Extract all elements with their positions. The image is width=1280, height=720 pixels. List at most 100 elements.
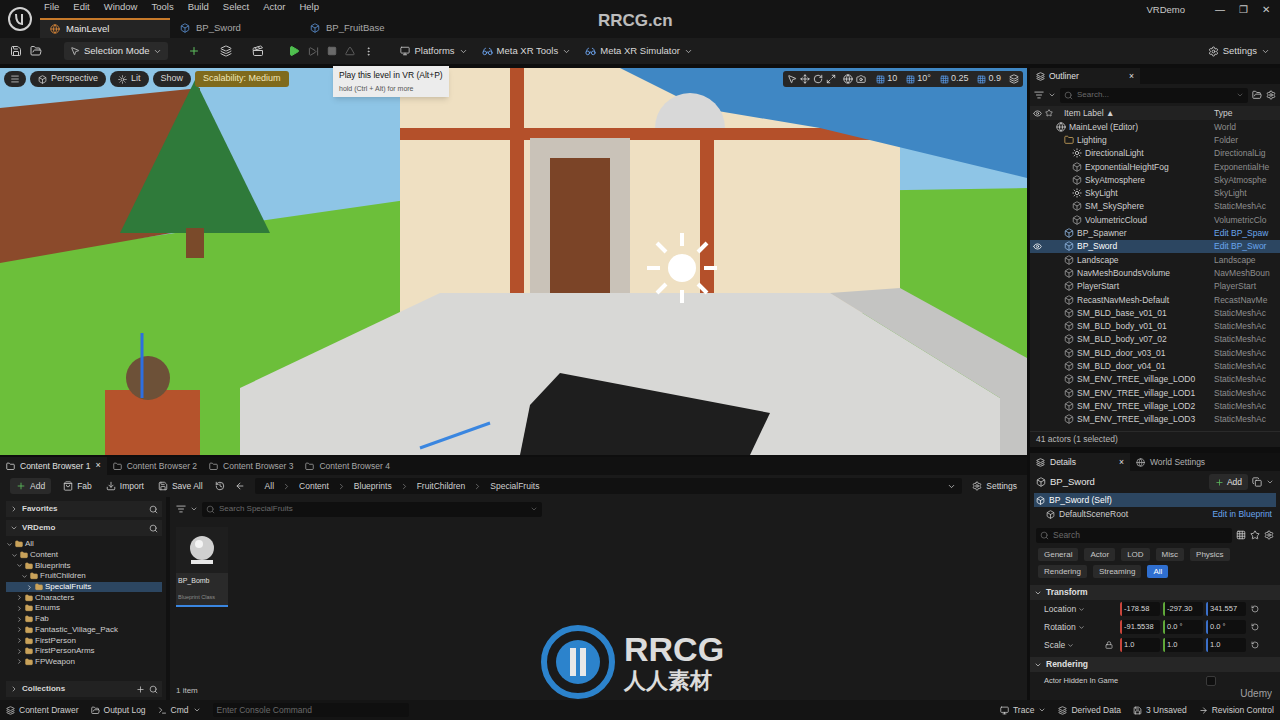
- search-icon[interactable]: [149, 505, 158, 514]
- filter-button[interactable]: Physics: [1190, 548, 1230, 561]
- add-component-button[interactable]: Add: [1209, 474, 1248, 490]
- gear-icon[interactable]: [1264, 530, 1274, 540]
- filter-icon[interactable]: [176, 504, 186, 514]
- eject-icon[interactable]: [345, 46, 355, 56]
- content-action[interactable]: Save All: [156, 478, 205, 494]
- status-button[interactable]: Output Log: [91, 704, 146, 717]
- tab-close[interactable]: ×: [1119, 456, 1124, 469]
- chevron-icon[interactable]: [1048, 91, 1056, 99]
- number-field[interactable]: 1.0: [1163, 638, 1203, 652]
- status-button[interactable]: Derived Data: [1058, 704, 1121, 717]
- actor-name[interactable]: BP_Sword: [1050, 475, 1205, 489]
- filter-button[interactable]: General: [1038, 548, 1078, 561]
- chevron-icon[interactable]: [1266, 478, 1274, 486]
- search-icon[interactable]: [149, 685, 158, 694]
- document-tab[interactable]: MainLevel: [40, 18, 170, 38]
- outliner-row[interactable]: DirectionalLightDirectionalLig: [1030, 147, 1280, 160]
- menu-item[interactable]: Actor: [263, 0, 285, 14]
- tab-close[interactable]: ×: [95, 459, 100, 473]
- outliner-row[interactable]: SM_BLD_body_v07_02StaticMeshAc: [1030, 333, 1280, 346]
- document-tab[interactable]: BP_Sword: [170, 18, 300, 38]
- outliner-row[interactable]: SM_BLD_body_v01_01StaticMeshAc: [1030, 319, 1280, 332]
- outliner-row[interactable]: SM_ENV_TREE_village_LOD0StaticMeshAc: [1030, 373, 1280, 386]
- outliner-row[interactable]: SkyAtmosphereSkyAtmosphe: [1030, 173, 1280, 186]
- snap-value[interactable]: 10: [873, 72, 900, 86]
- property-matrix-icon[interactable]: [1236, 530, 1246, 540]
- breadcrumb-item[interactable]: SpecialFruits: [486, 480, 543, 493]
- window-control[interactable]: —: [1215, 2, 1225, 17]
- outliner-row[interactable]: PlayerStartPlayerStart: [1030, 280, 1280, 293]
- select-tool-icon[interactable]: [787, 74, 797, 84]
- reset-icon[interactable]: [1251, 641, 1259, 649]
- breadcrumb-item[interactable]: Content: [295, 480, 333, 493]
- menu-item[interactable]: File: [44, 0, 59, 14]
- chevron-icon[interactable]: [947, 482, 956, 491]
- outliner-row[interactable]: BP_SpawnerEdit BP_Spaw: [1030, 226, 1280, 239]
- menu-item[interactable]: Build: [188, 0, 209, 14]
- outliner-row[interactable]: SM_ENV_TREE_village_LOD3StaticMeshAc: [1030, 413, 1280, 426]
- breadcrumb-item[interactable]: All: [261, 480, 278, 493]
- filter-icon[interactable]: [1034, 90, 1044, 100]
- content-action[interactable]: Import: [104, 478, 146, 494]
- step-icon[interactable]: [308, 46, 319, 57]
- tab-close[interactable]: ×: [1129, 70, 1134, 83]
- folder-item[interactable]: All: [6, 539, 162, 550]
- blueprint-options-icon[interactable]: [1252, 477, 1262, 487]
- content-browser-tab[interactable]: Content Browser 2: [107, 457, 203, 475]
- section-header[interactable]: Rendering: [1030, 657, 1280, 672]
- outliner-row[interactable]: NavMeshBoundsVolumeNavMeshBoun: [1030, 266, 1280, 279]
- folder-item[interactable]: FruitChildren: [6, 571, 162, 582]
- menu-item[interactable]: Edit: [73, 0, 89, 14]
- details-tab[interactable]: World Settings: [1130, 453, 1211, 471]
- viewport[interactable]: PerspectiveLitShowScalability: Medium101…: [0, 68, 1027, 455]
- toolbar-menu[interactable]: Meta XR Tools: [482, 44, 572, 58]
- lock-icon[interactable]: [1105, 641, 1113, 649]
- outliner-row[interactable]: SM_ENV_TREE_village_LOD1StaticMeshAc: [1030, 386, 1280, 399]
- checkbox[interactable]: [1206, 676, 1216, 686]
- document-tab[interactable]: BP_FruitBase: [300, 18, 430, 38]
- filter-button[interactable]: Streaming: [1093, 565, 1141, 578]
- chevron-icon[interactable]: [190, 505, 198, 513]
- outliner-row[interactable]: MainLevel (Editor)World: [1030, 120, 1280, 133]
- folder-item[interactable]: Blueprints: [6, 560, 162, 571]
- outliner-row[interactable]: SM_BLD_door_v04_01StaticMeshAc: [1030, 359, 1280, 372]
- outliner-row[interactable]: SM_ENV_TREE_village_LOD2StaticMeshAc: [1030, 399, 1280, 412]
- breadcrumb-item[interactable]: FruitChildren: [413, 480, 470, 493]
- number-field[interactable]: 1.0: [1120, 638, 1160, 652]
- filter-button[interactable]: All: [1147, 565, 1168, 578]
- outliner-row[interactable]: LightingFolder: [1030, 133, 1280, 146]
- content-browser-tab[interactable]: Content Browser 1×: [0, 457, 107, 475]
- status-button[interactable]: Content Drawer: [6, 704, 79, 717]
- menu-item[interactable]: Select: [223, 0, 249, 14]
- menu-item[interactable]: Help: [299, 0, 319, 14]
- details-tab[interactable]: Details×: [1030, 453, 1130, 471]
- status-button[interactable]: Cmd: [158, 704, 201, 717]
- menu-item[interactable]: Window: [104, 0, 138, 14]
- layout-icon[interactable]: [1009, 74, 1019, 84]
- column-header[interactable]: Type: [1214, 107, 1280, 120]
- snap-value[interactable]: 10°: [903, 72, 934, 86]
- asset-tile[interactable]: BP_BombBlueprint Class: [176, 527, 228, 607]
- folder-item[interactable]: FPWeapon: [6, 657, 162, 668]
- reset-icon[interactable]: [1251, 605, 1259, 613]
- folder-item[interactable]: SpecialFruits: [6, 582, 162, 593]
- folder-item[interactable]: Fab: [6, 614, 162, 625]
- history-icon[interactable]: [215, 481, 225, 491]
- outliner-row[interactable]: ExponentialHeightFogExponentialHe: [1030, 160, 1280, 173]
- content-action[interactable]: Fab: [61, 478, 94, 494]
- status-button[interactable]: 3 Unsaved: [1133, 704, 1187, 717]
- outliner-row[interactable]: SM_SkySphereStaticMeshAc: [1030, 200, 1280, 213]
- search-icon[interactable]: [149, 524, 158, 533]
- filter-button[interactable]: Rendering: [1038, 565, 1087, 578]
- new-folder-icon[interactable]: [1252, 90, 1262, 100]
- filter-button[interactable]: LOD: [1121, 548, 1149, 561]
- viewport-scene[interactable]: [0, 68, 1027, 455]
- component-row[interactable]: DefaultSceneRootEdit in Blueprint: [1034, 507, 1276, 521]
- settings-button[interactable]: Settings: [1208, 44, 1270, 58]
- content-browser-tab[interactable]: Content Browser 3: [203, 457, 299, 475]
- gear-icon[interactable]: [1266, 90, 1276, 100]
- cinematics-icon[interactable]: [252, 45, 264, 57]
- viewport-menu-button[interactable]: [4, 71, 26, 87]
- reset-icon[interactable]: [1251, 623, 1259, 631]
- menu-item[interactable]: Tools: [151, 0, 173, 14]
